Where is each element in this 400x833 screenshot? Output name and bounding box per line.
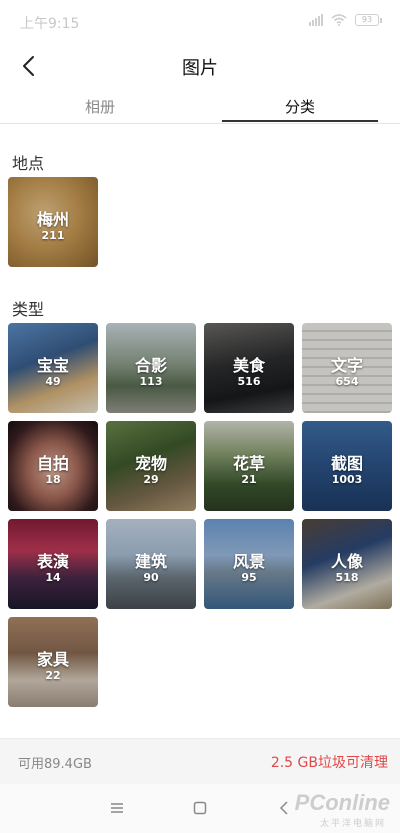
section-title-types: 类型 [12, 300, 45, 319]
storage-bar: 可用89.4GB 2.5 GB垃圾可清理 [0, 738, 400, 784]
category-tile-pet[interactable]: 宠物 29 [106, 421, 196, 511]
tile-count: 518 [335, 571, 359, 584]
system-nav-bar [0, 784, 400, 833]
category-tile-furniture[interactable]: 家具 22 [8, 617, 98, 707]
category-tile-portrait[interactable]: 人像 518 [302, 519, 392, 609]
tile-name: 合影 [134, 356, 167, 375]
tile-name: 宝宝 [36, 356, 69, 375]
battery-icon: 93 [355, 14, 382, 26]
menu-icon [111, 803, 123, 813]
status-bar: 上午9:15 93 [0, 0, 400, 44]
tile-count: 14 [45, 571, 61, 584]
tab-indicator [222, 120, 378, 122]
signal-icon [309, 14, 323, 26]
tile-count: 18 [45, 473, 61, 486]
category-tile-baby[interactable]: 宝宝 49 [8, 323, 98, 413]
section-title-places: 地点 [12, 154, 45, 173]
back-arrow-icon [23, 56, 34, 76]
category-tile-group-photo[interactable]: 合影 113 [106, 323, 196, 413]
tile-count: 29 [143, 473, 159, 486]
tile-name: 文字 [330, 356, 363, 375]
tile-name: 风景 [232, 552, 265, 571]
wifi-icon [331, 14, 347, 26]
category-tile-performance[interactable]: 表演 14 [8, 519, 98, 609]
tile-count: 211 [41, 229, 65, 242]
page-title: 图片 [182, 58, 218, 79]
category-tile-text[interactable]: 文字 654 [302, 323, 392, 413]
tile-count: 90 [143, 571, 159, 584]
category-tile-plants[interactable]: 花草 21 [204, 421, 294, 511]
tile-name: 表演 [36, 552, 69, 571]
menu-button[interactable] [103, 796, 131, 820]
tab-albums[interactable]: 相册 [22, 96, 178, 124]
category-tile-place[interactable]: 梅州 211 [8, 177, 98, 267]
category-tile-scenery[interactable]: 风景 95 [204, 519, 294, 609]
tile-count: 22 [45, 669, 61, 682]
tile-name: 自拍 [36, 454, 69, 473]
home-icon [193, 801, 207, 815]
category-tile-screenshot[interactable]: 截图 1003 [302, 421, 392, 511]
tile-count: 516 [237, 375, 261, 388]
tile-name: 梅州 [36, 210, 69, 229]
clean-junk-link[interactable]: 2.5 GB垃圾可清理 [271, 752, 388, 772]
tile-count: 49 [45, 375, 61, 388]
tile-count: 1003 [331, 473, 363, 486]
tile-name: 人像 [330, 552, 363, 571]
home-button[interactable] [186, 796, 214, 820]
tile-name: 建筑 [134, 552, 167, 571]
nav-back-icon [279, 801, 288, 815]
back-button[interactable] [12, 50, 44, 82]
tile-name: 宠物 [134, 454, 167, 473]
tile-count: 654 [335, 375, 359, 388]
status-time: 上午9:15 [20, 16, 80, 32]
tile-count: 113 [139, 375, 163, 388]
battery-level: 93 [355, 14, 379, 26]
tile-count: 21 [241, 473, 257, 486]
header: 图片 [0, 44, 400, 88]
category-tile-food[interactable]: 美食 516 [204, 323, 294, 413]
tile-name: 美食 [232, 356, 265, 375]
nav-back-button[interactable] [270, 796, 298, 820]
category-tile-selfie[interactable]: 自拍 18 [8, 421, 98, 511]
category-tile-building[interactable]: 建筑 90 [106, 519, 196, 609]
tile-name: 家具 [36, 650, 69, 669]
tile-name: 截图 [330, 454, 363, 473]
tile-count: 95 [241, 571, 257, 584]
status-icons: 93 [309, 14, 382, 26]
tile-name: 花草 [232, 454, 265, 473]
storage-available: 可用89.4GB [18, 757, 92, 772]
tab-bar: 相册 分类 [0, 88, 400, 124]
